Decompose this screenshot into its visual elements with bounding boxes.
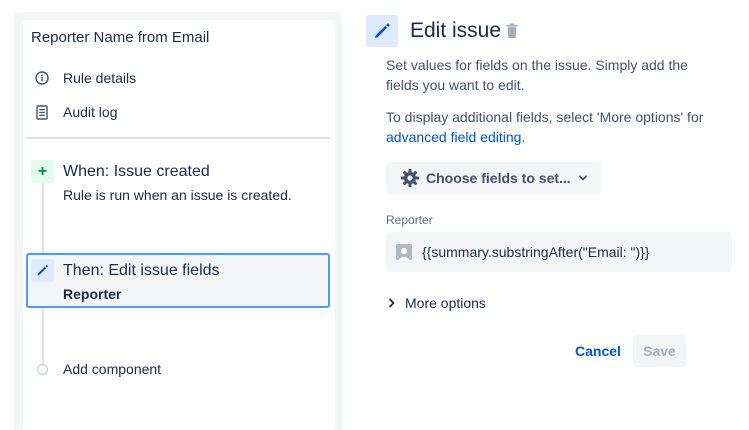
chevron-right-icon [388, 297, 396, 309]
add-component-link[interactable]: Add component [63, 361, 161, 377]
trigger-title[interactable]: When: Issue created [63, 163, 210, 181]
sidebar-item-audit-log[interactable]: Audit log [35, 102, 117, 122]
user-avatar-icon [396, 244, 412, 260]
panel-description-more: To display additional fields, select 'Mo… [386, 109, 704, 145]
gear-icon [400, 168, 420, 188]
cancel-button[interactable]: Cancel [566, 335, 630, 367]
trash-icon[interactable] [505, 23, 519, 39]
reporter-field-input[interactable]: {{summary.substringAfter("Email: ")}} [386, 232, 732, 272]
action-subtitle: Reporter [63, 286, 122, 302]
add-component-dot [37, 364, 48, 375]
edit-pencil-icon [366, 15, 398, 47]
panel-title: Edit issue [410, 19, 502, 42]
trigger-plus-icon: + [31, 160, 54, 183]
sidebar-item-label: Rule details [63, 70, 137, 86]
more-options-toggle[interactable]: More options [388, 295, 486, 311]
document-icon [35, 104, 49, 120]
save-button[interactable]: Save [633, 335, 686, 367]
reporter-field-value: {{summary.substringAfter("Email: ")}} [422, 244, 650, 260]
panel-description: Set values for fields on the issue. Simp… [386, 57, 688, 93]
info-icon [35, 70, 49, 86]
more-options-label: More options [405, 295, 486, 311]
pencil-icon [31, 259, 54, 282]
choose-fields-button[interactable]: Choose fields to set... [386, 162, 601, 194]
sidebar-item-label: Audit log [63, 104, 118, 120]
sidebar-item-rule-details[interactable]: Rule details [35, 68, 136, 88]
sidebar-divider [26, 137, 330, 139]
reporter-field-label: Reporter [386, 213, 433, 227]
action-title: Then: Edit issue fields [63, 262, 220, 279]
trigger-subtitle: Rule is run when an issue is created. [63, 187, 292, 203]
chevron-down-icon [577, 172, 589, 184]
advanced-field-editing-link[interactable]: advanced field editing [386, 129, 521, 145]
choose-fields-label: Choose fields to set... [426, 170, 571, 186]
rule-title: Reporter Name from Email [31, 29, 210, 46]
